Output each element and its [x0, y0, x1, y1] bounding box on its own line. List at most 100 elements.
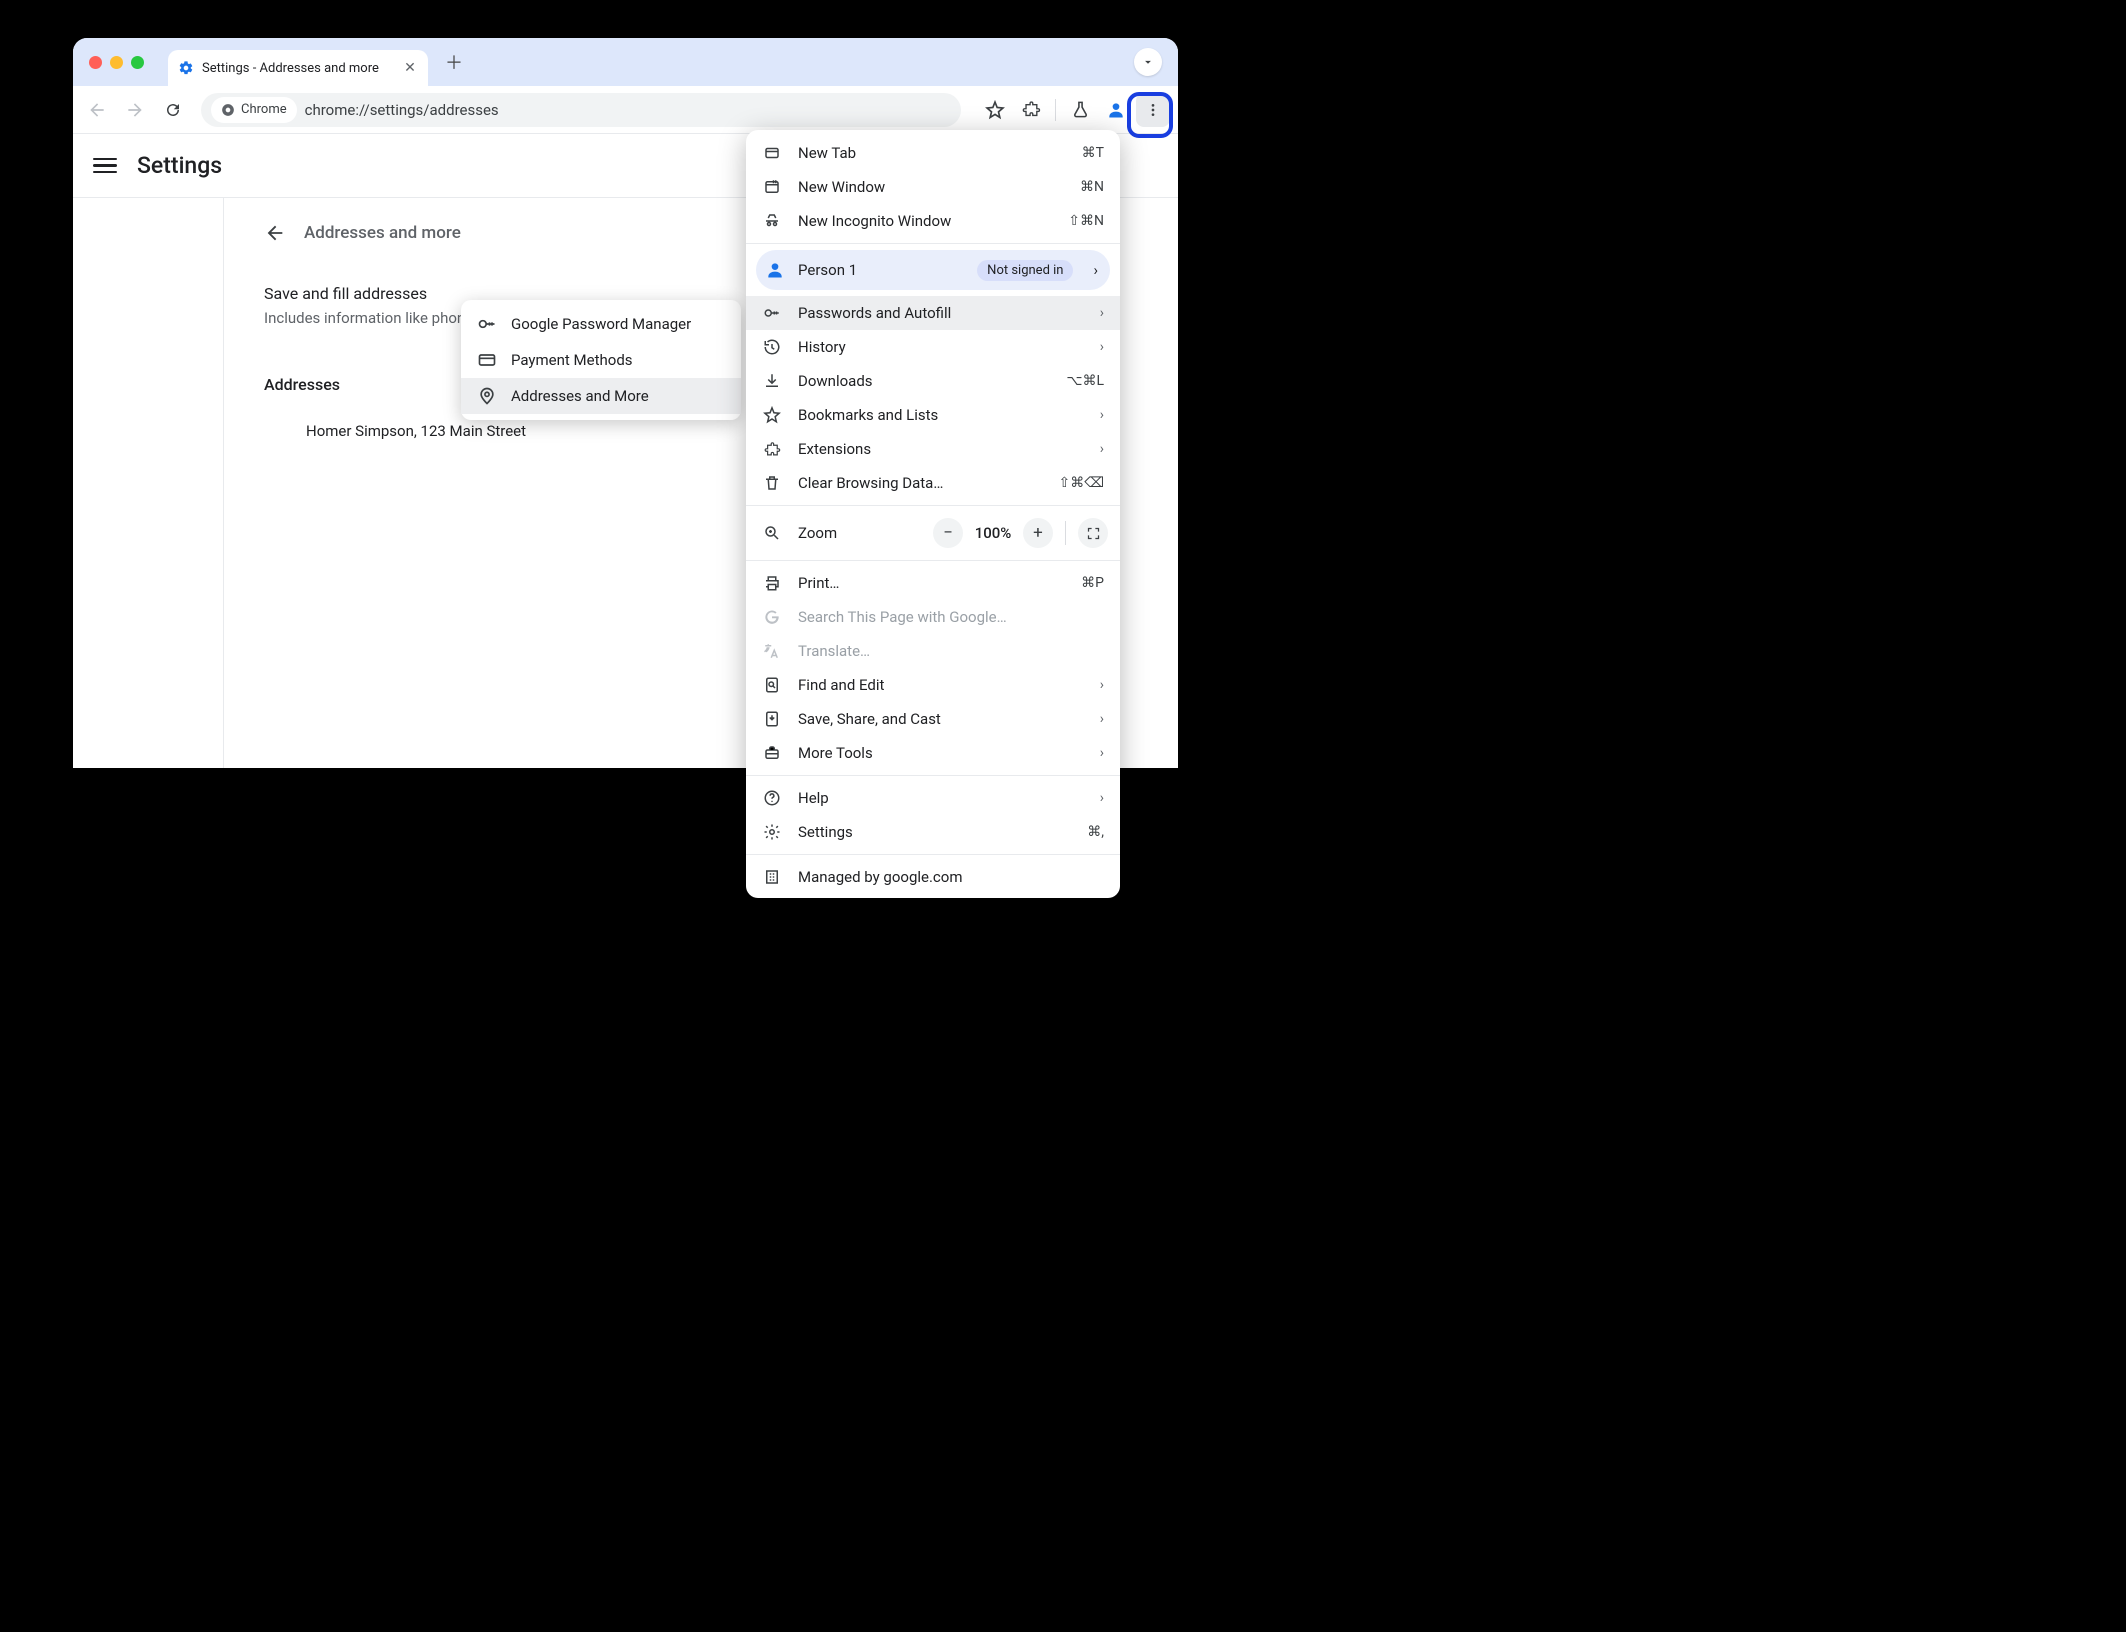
submenu-label: Google Password Manager: [511, 315, 691, 333]
tab-search-button[interactable]: [1134, 48, 1162, 76]
menu-new-window[interactable]: New Window ⌘N: [746, 170, 1120, 204]
back-button[interactable]: [81, 94, 113, 126]
location-pin-icon: [477, 386, 497, 406]
address-bar[interactable]: Chrome chrome://settings/addresses: [201, 93, 961, 127]
menu-separator: [746, 854, 1120, 855]
menu-shortcut: ⌥⌘L: [1066, 373, 1104, 389]
zoom-separator: [1065, 521, 1066, 545]
menu-downloads[interactable]: Downloads ⌥⌘L: [746, 364, 1120, 398]
passwords-autofill-submenu: Google Password Manager Payment Methods …: [461, 300, 741, 420]
key-icon: [477, 314, 497, 334]
chevron-right-icon: ›: [1100, 790, 1104, 806]
menu-help[interactable]: Help ›: [746, 781, 1120, 815]
menu-label: New Tab: [798, 144, 1066, 162]
help-icon: [762, 788, 782, 808]
app-menu-button[interactable]: [1136, 93, 1170, 127]
window-minimize-icon[interactable]: [110, 56, 123, 69]
menu-managed-by[interactable]: Managed by google.com: [746, 860, 1120, 894]
menu-search-page: Search This Page with Google…: [746, 600, 1120, 634]
menu-extensions[interactable]: Extensions ›: [746, 432, 1120, 466]
menu-translate: Translate…: [746, 634, 1120, 668]
menu-shortcut: ⌘,: [1087, 824, 1104, 840]
zoom-level: 100%: [971, 524, 1015, 542]
window-controls: [89, 56, 144, 69]
zoom-label: Zoom: [798, 524, 837, 542]
menu-separator: [746, 775, 1120, 776]
credit-card-icon: [477, 350, 497, 370]
chevron-right-icon: ›: [1100, 711, 1104, 727]
submenu-payment-methods[interactable]: Payment Methods: [461, 342, 741, 378]
menu-profile-row[interactable]: Person 1 Not signed in ›: [756, 250, 1110, 290]
find-icon: [762, 675, 782, 695]
menu-new-tab[interactable]: New Tab ⌘T: [746, 136, 1120, 170]
menu-shortcut: ⇧⌘⌫: [1058, 475, 1104, 491]
menu-label: Print…: [798, 574, 1065, 592]
window-maximize-icon[interactable]: [131, 56, 144, 69]
menu-shortcut: ⇧⌘N: [1068, 213, 1104, 229]
extensions-icon[interactable]: [1015, 94, 1047, 126]
key-icon: [762, 303, 782, 323]
menu-print[interactable]: Print… ⌘P: [746, 566, 1120, 600]
hamburger-menu-icon[interactable]: [93, 154, 117, 178]
menu-shortcut: ⌘T: [1082, 145, 1104, 161]
back-arrow-icon[interactable]: [264, 222, 286, 244]
menu-find-edit[interactable]: Find and Edit ›: [746, 668, 1120, 702]
chevron-right-icon: ›: [1100, 339, 1104, 355]
menu-separator: [746, 243, 1120, 244]
submenu-label: Addresses and More: [511, 387, 649, 405]
new-tab-icon: [762, 143, 782, 163]
menu-label: New Incognito Window: [798, 212, 1052, 230]
chevron-right-icon: ›: [1100, 305, 1104, 321]
submenu-password-manager[interactable]: Google Password Manager: [461, 306, 741, 342]
zoom-icon: [762, 523, 782, 543]
chevron-right-icon: ›: [1093, 261, 1098, 279]
history-icon: [762, 337, 782, 357]
gear-icon: [762, 822, 782, 842]
forward-button[interactable]: [119, 94, 151, 126]
menu-more-tools[interactable]: More Tools ›: [746, 736, 1120, 770]
menu-save-share-cast[interactable]: Save, Share, and Cast ›: [746, 702, 1120, 736]
tab-strip: Settings - Addresses and more ✕ ＋: [73, 38, 1178, 86]
browser-tab[interactable]: Settings - Addresses and more ✕: [168, 50, 428, 86]
translate-icon: [762, 641, 782, 661]
bookmark-star-icon[interactable]: [979, 94, 1011, 126]
site-chip-label: Chrome: [241, 102, 287, 117]
menu-passwords-autofill[interactable]: Passwords and Autofill ›: [746, 296, 1120, 330]
incognito-icon: [762, 211, 782, 231]
profile-button[interactable]: [1100, 94, 1132, 126]
close-icon[interactable]: ✕: [402, 60, 418, 76]
new-tab-button[interactable]: ＋: [440, 48, 468, 76]
zoom-in-button[interactable]: +: [1023, 518, 1053, 548]
labs-icon[interactable]: [1064, 94, 1096, 126]
new-window-icon: [762, 177, 782, 197]
star-icon: [762, 405, 782, 425]
breadcrumb-label: Addresses and more: [304, 223, 461, 243]
menu-label: Downloads: [798, 372, 1050, 390]
zoom-out-button[interactable]: −: [933, 518, 963, 548]
site-chip[interactable]: Chrome: [211, 97, 297, 123]
menu-label: New Window: [798, 178, 1064, 196]
submenu-label: Payment Methods: [511, 351, 633, 369]
menu-label: Settings: [798, 823, 1071, 841]
menu-label: Translate…: [798, 642, 1104, 660]
submenu-addresses-more[interactable]: Addresses and More: [461, 378, 741, 414]
menu-history[interactable]: History ›: [746, 330, 1120, 364]
chevron-right-icon: ›: [1100, 407, 1104, 423]
menu-label: Save, Share, and Cast: [798, 710, 1084, 728]
browser-window: Settings - Addresses and more ✕ ＋ Chrome…: [73, 38, 1178, 768]
printer-icon: [762, 573, 782, 593]
menu-separator: [746, 560, 1120, 561]
window-close-icon[interactable]: [89, 56, 102, 69]
settings-gear-icon: [178, 60, 194, 76]
menu-clear-data[interactable]: Clear Browsing Data… ⇧⌘⌫: [746, 466, 1120, 500]
google-icon: [762, 607, 782, 627]
menu-settings[interactable]: Settings ⌘,: [746, 815, 1120, 849]
puzzle-icon: [762, 439, 782, 459]
reload-button[interactable]: [157, 94, 189, 126]
menu-new-incognito[interactable]: New Incognito Window ⇧⌘N: [746, 204, 1120, 238]
url-text: chrome://settings/addresses: [305, 101, 499, 119]
fullscreen-button[interactable]: [1078, 518, 1108, 548]
chevron-right-icon: ›: [1100, 441, 1104, 457]
menu-separator: [746, 505, 1120, 506]
menu-bookmarks[interactable]: Bookmarks and Lists ›: [746, 398, 1120, 432]
